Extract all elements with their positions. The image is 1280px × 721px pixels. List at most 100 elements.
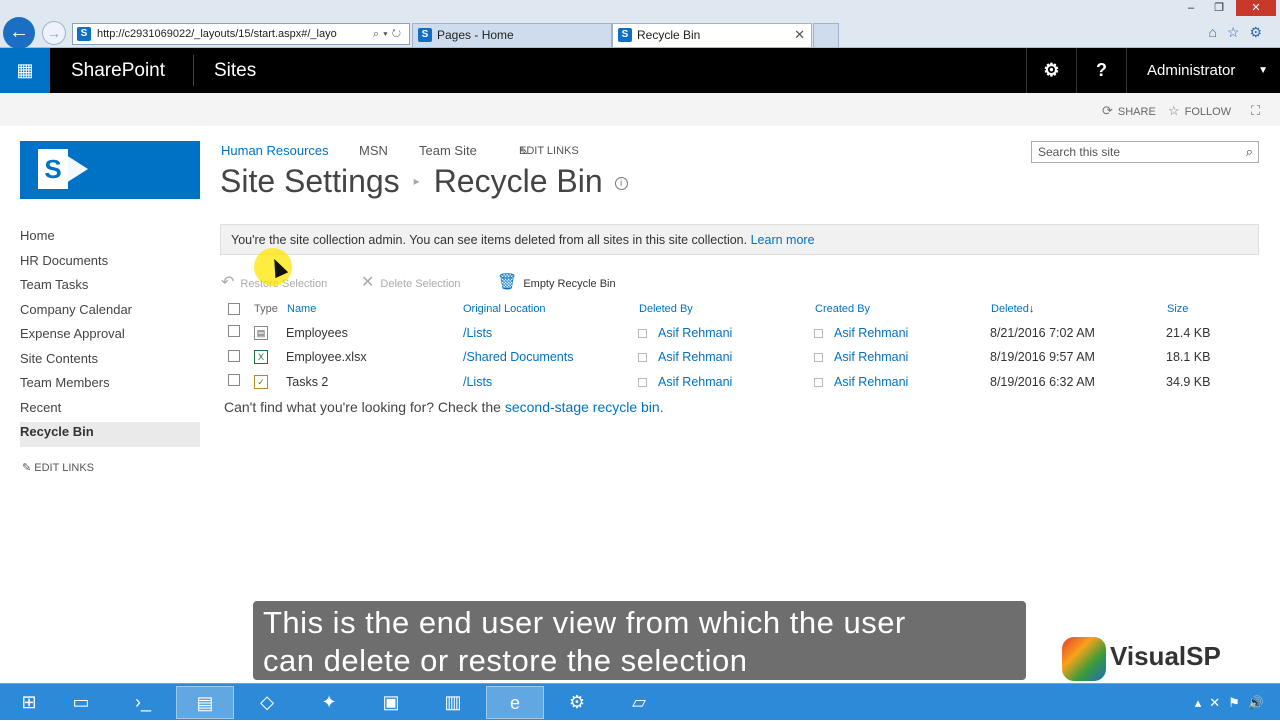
row-deleted-by-link[interactable]: Asif Rehmani: [658, 326, 732, 340]
help-icon[interactable]: ?: [1076, 48, 1126, 93]
admin-notice: You're the site collection admin. You ca…: [220, 224, 1259, 255]
delete-selection-button[interactable]: ✕ Delete Selection: [361, 272, 461, 295]
leftnav-item-recycle-bin[interactable]: Recycle Bin: [20, 422, 200, 447]
network-tool-icon[interactable]: ✦: [300, 686, 358, 719]
tool-icon[interactable]: ◇: [238, 686, 296, 719]
topnav-item-human-resources[interactable]: Human Resources: [221, 143, 329, 158]
file-explorer-icon[interactable]: ▤: [176, 686, 234, 719]
leftnav-item-hr-documents[interactable]: HR Documents: [20, 251, 200, 276]
leftnav-item-company-calendar[interactable]: Company Calendar: [20, 300, 200, 325]
address-text: http://c2931069022/_layouts/15/start.asp…: [97, 28, 337, 40]
tasks-icon: ✓: [254, 375, 268, 389]
row-name: Employees: [286, 326, 348, 340]
caption-line-2: can delete or restore the selection: [263, 643, 748, 678]
row-location-link[interactable]: /Lists: [463, 375, 492, 389]
row-created-by-link[interactable]: Asif Rehmani: [834, 326, 908, 340]
column-header-created-by[interactable]: Created By: [815, 303, 870, 315]
learn-more-link[interactable]: Learn more: [751, 233, 815, 247]
topnav-item-msn[interactable]: MSN: [359, 143, 388, 158]
settings-gear-icon[interactable]: ⚙: [1026, 48, 1076, 93]
row-location-link[interactable]: /Shared Documents: [463, 350, 573, 364]
sites-link[interactable]: Sites: [214, 48, 256, 93]
second-stage-recycle-bin-link[interactable]: second-stage recycle bin.: [505, 399, 664, 415]
powershell-icon[interactable]: ›_: [114, 686, 172, 719]
breadcrumb-arrow-icon: ▸: [413, 174, 420, 188]
row-checkbox[interactable]: [228, 325, 240, 337]
star-icon: ☆: [1168, 103, 1180, 118]
leftnav-item-site-contents[interactable]: Site Contents: [20, 349, 200, 374]
user-menu[interactable]: Administrator ▼: [1126, 48, 1280, 93]
column-header-type: Type: [254, 303, 278, 315]
forward-button[interactable]: →: [42, 21, 66, 45]
focus-content-icon[interactable]: ⛶: [1251, 93, 1265, 130]
row-deleted-by-link[interactable]: Asif Rehmani: [658, 375, 732, 389]
database-tool-icon[interactable]: ▥: [424, 686, 482, 719]
search-input[interactable]: Search this site ⌕: [1031, 141, 1259, 163]
tab-recycle-bin[interactable]: S Recycle Bin ✕: [612, 23, 812, 47]
leftnav-edit-links[interactable]: ✎ EDIT LINKS: [22, 461, 94, 474]
notice-text: You're the site collection admin. You ca…: [231, 233, 748, 247]
restore-button[interactable]: ❐: [1206, 0, 1232, 16]
row-checkbox[interactable]: [228, 350, 240, 362]
minimize-button[interactable]: –: [1178, 0, 1204, 16]
empty-recycle-bin-button[interactable]: 🗑 Empty Recycle Bin: [497, 272, 616, 295]
sharepoint-favicon-icon: S: [418, 28, 432, 42]
visualsp-logo: VisualSP: [1046, 627, 1234, 691]
app-launcher-icon[interactable]: ▦: [0, 48, 50, 93]
share-button[interactable]: ⟳ SHARE: [1102, 93, 1156, 130]
site-logo[interactable]: S: [20, 141, 200, 199]
search-placeholder: Search this site: [1038, 145, 1121, 159]
column-header-name[interactable]: Name: [287, 303, 316, 315]
back-button[interactable]: ←: [3, 17, 35, 49]
topnav-item-team-site[interactable]: Team Site: [419, 143, 477, 158]
brand-sharepoint[interactable]: SharePoint: [71, 48, 165, 93]
sharepoint-favicon-icon: S: [77, 27, 91, 41]
row-checkbox[interactable]: [228, 374, 240, 386]
new-tab-button[interactable]: [813, 23, 839, 47]
info-icon[interactable]: i: [614, 177, 628, 190]
search-icon[interactable]: ⌕: [1246, 142, 1253, 162]
breadcrumb-site-settings[interactable]: Site Settings: [220, 163, 400, 199]
x-icon: ✕: [361, 274, 375, 291]
column-header-deleted[interactable]: Deleted↓: [991, 303, 1034, 315]
row-created-by-link[interactable]: Asif Rehmani: [834, 350, 908, 364]
leftnav-item-expense-approval[interactable]: Expense Approval: [20, 324, 200, 349]
remote-desktop-icon[interactable]: ▣: [362, 686, 420, 719]
notepad-icon[interactable]: ▱: [610, 686, 668, 719]
row-name: Employee.xlsx: [286, 350, 367, 364]
row-size: 18.1 KB: [1166, 350, 1211, 364]
start-button-icon[interactable]: ⊞: [0, 686, 58, 719]
suite-bar: ▦ SharePoint Sites ⚙ ? Administrator ▼: [0, 48, 1280, 93]
presence-icon: [814, 378, 823, 387]
share-icon: ⟳: [1102, 103, 1113, 118]
leftnav-item-team-members[interactable]: Team Members: [20, 373, 200, 398]
edit-links-label: EDIT LINKS: [519, 145, 579, 157]
system-tray-icons[interactable]: ▴✕⚑🔊: [1195, 684, 1272, 721]
close-window-button[interactable]: ✕: [1236, 0, 1276, 16]
column-header-deleted-by[interactable]: Deleted By: [639, 303, 693, 315]
address-actions-icon[interactable]: ⌕▾↻: [373, 24, 405, 44]
select-all-checkbox[interactable]: [228, 303, 240, 315]
close-tab-icon[interactable]: ✕: [794, 24, 805, 46]
excel-icon: X: [254, 350, 268, 364]
browser-toolbar-icons[interactable]: ⌂☆⚙: [1208, 24, 1272, 41]
server-manager-icon[interactable]: ▭: [52, 686, 110, 719]
row-deleted-date: 8/19/2016 6:32 AM: [990, 375, 1095, 389]
row-deleted-by-link[interactable]: Asif Rehmani: [658, 350, 732, 364]
address-bar[interactable]: S http://c2931069022/_layouts/15/start.a…: [72, 23, 410, 45]
browser-chrome: – ❐ ✕ ← → S http://c2931069022/_layouts/…: [0, 0, 1280, 49]
leftnav-item-recent[interactable]: Recent: [20, 398, 200, 423]
row-created-by-link[interactable]: Asif Rehmani: [834, 375, 908, 389]
row-location-link[interactable]: /Lists: [463, 326, 492, 340]
leftnav-item-home[interactable]: Home: [20, 226, 200, 251]
tab-pages-home[interactable]: S Pages - Home: [412, 23, 612, 47]
leftnav-item-team-tasks[interactable]: Team Tasks: [20, 275, 200, 300]
trash-icon: 🗑: [497, 274, 518, 291]
presence-icon: [638, 378, 647, 387]
column-header-original-location[interactable]: Original Location: [463, 303, 546, 315]
follow-button[interactable]: ☆ FOLLOW: [1168, 93, 1231, 130]
sort-descending-icon: ↓: [1028, 303, 1035, 315]
internet-explorer-icon[interactable]: e: [486, 686, 544, 719]
settings-tool-icon[interactable]: ⚙: [548, 686, 606, 719]
column-header-size[interactable]: Size: [1167, 303, 1188, 315]
